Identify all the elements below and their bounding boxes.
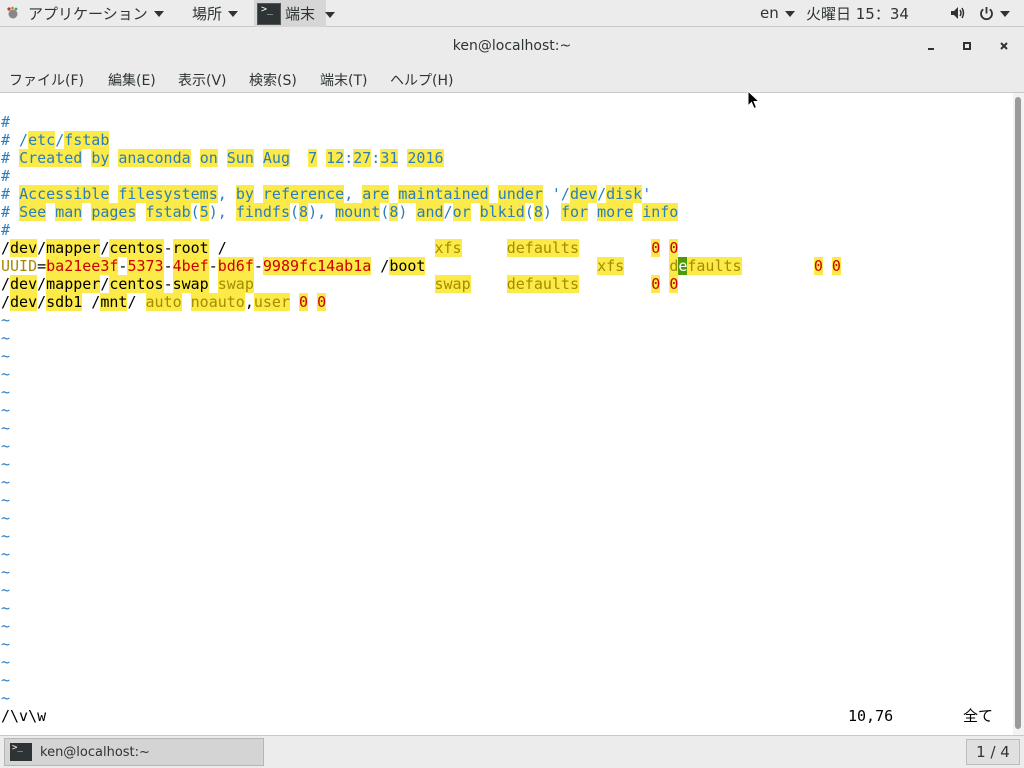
chevron-down-icon <box>325 11 336 18</box>
empty-line-tilde: ~ <box>1 491 11 509</box>
empty-line-tilde: ~ <box>1 473 11 491</box>
gnome-foot-icon <box>6 6 20 20</box>
scrollbar[interactable] <box>1013 93 1024 735</box>
minimize-button[interactable] <box>922 37 940 55</box>
window-title: ken@localhost:~ <box>452 38 572 54</box>
file-line: # <box>1 113 11 131</box>
close-icon <box>1000 42 1008 50</box>
file-line: # <box>1 221 11 239</box>
file-line: # Accessible filesystems, by reference, … <box>1 185 652 203</box>
chevron-down-icon <box>153 11 164 17</box>
volume-icon[interactable] <box>950 0 966 26</box>
close-button[interactable] <box>995 37 1013 55</box>
empty-line-tilde: ~ <box>1 563 11 581</box>
chevron-down-icon <box>784 11 795 17</box>
empty-line-tilde: ~ <box>1 545 11 563</box>
empty-line-tilde: ~ <box>1 347 11 365</box>
places-menu[interactable]: 場所 <box>192 0 239 26</box>
empty-line-tilde: ~ <box>1 617 11 635</box>
terminal-icon: >_ <box>10 743 32 761</box>
clock[interactable]: 火曜日 15：34 <box>806 0 909 26</box>
empty-line-tilde: ~ <box>1 419 11 437</box>
menu-edit[interactable]: 編集(E) <box>108 70 156 90</box>
taskbar-item-label: ken@localhost:~ <box>40 744 150 760</box>
empty-line-tilde: ~ <box>1 509 11 527</box>
empty-line-tilde: ~ <box>1 329 11 347</box>
cursor-position: 10,76 <box>848 707 894 725</box>
chevron-down-icon <box>1000 11 1010 17</box>
applications-menu[interactable]: アプリケーション <box>6 0 164 26</box>
mouse-pointer-icon <box>747 90 761 110</box>
empty-line-tilde: ~ <box>1 311 11 329</box>
file-line: /dev/sdb1 /mnt/ auto noauto,user 0 0 <box>1 293 327 311</box>
language-label: en <box>760 4 779 22</box>
vim-command-line: /\v\w <box>1 707 47 725</box>
file-line: /dev/mapper/centos-root / xfs defaults 0… <box>1 239 679 257</box>
empty-line-tilde: ~ <box>1 581 11 599</box>
empty-line-tilde: ~ <box>1 635 11 653</box>
terminal-app-label: 端末 <box>285 5 316 23</box>
empty-line-tilde: ~ <box>1 365 11 383</box>
empty-line-tilde: ~ <box>1 671 11 689</box>
scrollbar-thumb[interactable] <box>1015 97 1021 729</box>
chevron-down-icon <box>228 11 239 17</box>
minimize-icon <box>928 48 934 50</box>
window-titlebar[interactable]: ken@localhost:~ <box>0 27 1024 66</box>
file-line: # <box>1 167 11 185</box>
text-cursor: e <box>678 257 688 275</box>
empty-line-tilde: ~ <box>1 653 11 671</box>
file-line: # See man pages fstab(5), findfs(8), mou… <box>1 203 679 221</box>
empty-line-tilde: ~ <box>1 689 11 707</box>
maximize-button[interactable] <box>958 37 976 55</box>
maximize-icon <box>963 42 971 50</box>
power-icon[interactable] <box>979 0 1010 26</box>
menu-view[interactable]: 表示(V) <box>178 70 227 90</box>
empty-line-tilde: ~ <box>1 437 11 455</box>
taskbar: >_ ken@localhost:~ 1 / 4 <box>0 735 1024 768</box>
file-line: UUID=ba21ee3f-5373-4bef-bd6f-9989fc14ab1… <box>1 257 841 275</box>
workspace-indicator[interactable]: 1 / 4 <box>966 739 1020 765</box>
empty-line-tilde: ~ <box>1 455 11 473</box>
menu-search[interactable]: 検索(S) <box>249 70 297 90</box>
file-line: # Created by anaconda on Sun Aug 7 12:27… <box>1 149 444 167</box>
top-panel: アプリケーション 場所 >_ 端末 en 火曜日 15：34 <box>0 0 1024 27</box>
menu-terminal[interactable]: 端末(T) <box>320 70 367 90</box>
file-line: # /etc/fstab <box>1 131 110 149</box>
scroll-status: 全て <box>963 707 994 725</box>
empty-line-tilde: ~ <box>1 383 11 401</box>
places-label: 場所 <box>192 4 223 23</box>
file-line: /dev/mapper/centos-swap swap swap defaul… <box>1 275 679 293</box>
menu-help[interactable]: ヘルプ(H) <box>390 70 453 90</box>
language-menu[interactable]: en <box>760 0 795 26</box>
menubar: ファイル(F) 編集(E) 表示(V) 検索(S) 端末(T) ヘルプ(H) <box>0 66 1024 93</box>
taskbar-item-terminal[interactable]: >_ ken@localhost:~ <box>4 738 264 766</box>
terminal-app-menu[interactable]: >_ 端末 <box>254 0 336 27</box>
empty-line-tilde: ~ <box>1 401 11 419</box>
menu-file[interactable]: ファイル(F) <box>9 70 84 90</box>
empty-line-tilde: ~ <box>1 527 11 545</box>
empty-line-tilde: ~ <box>1 599 11 617</box>
applications-label: アプリケーション <box>28 4 148 23</box>
terminal-icon: >_ <box>257 2 281 25</box>
